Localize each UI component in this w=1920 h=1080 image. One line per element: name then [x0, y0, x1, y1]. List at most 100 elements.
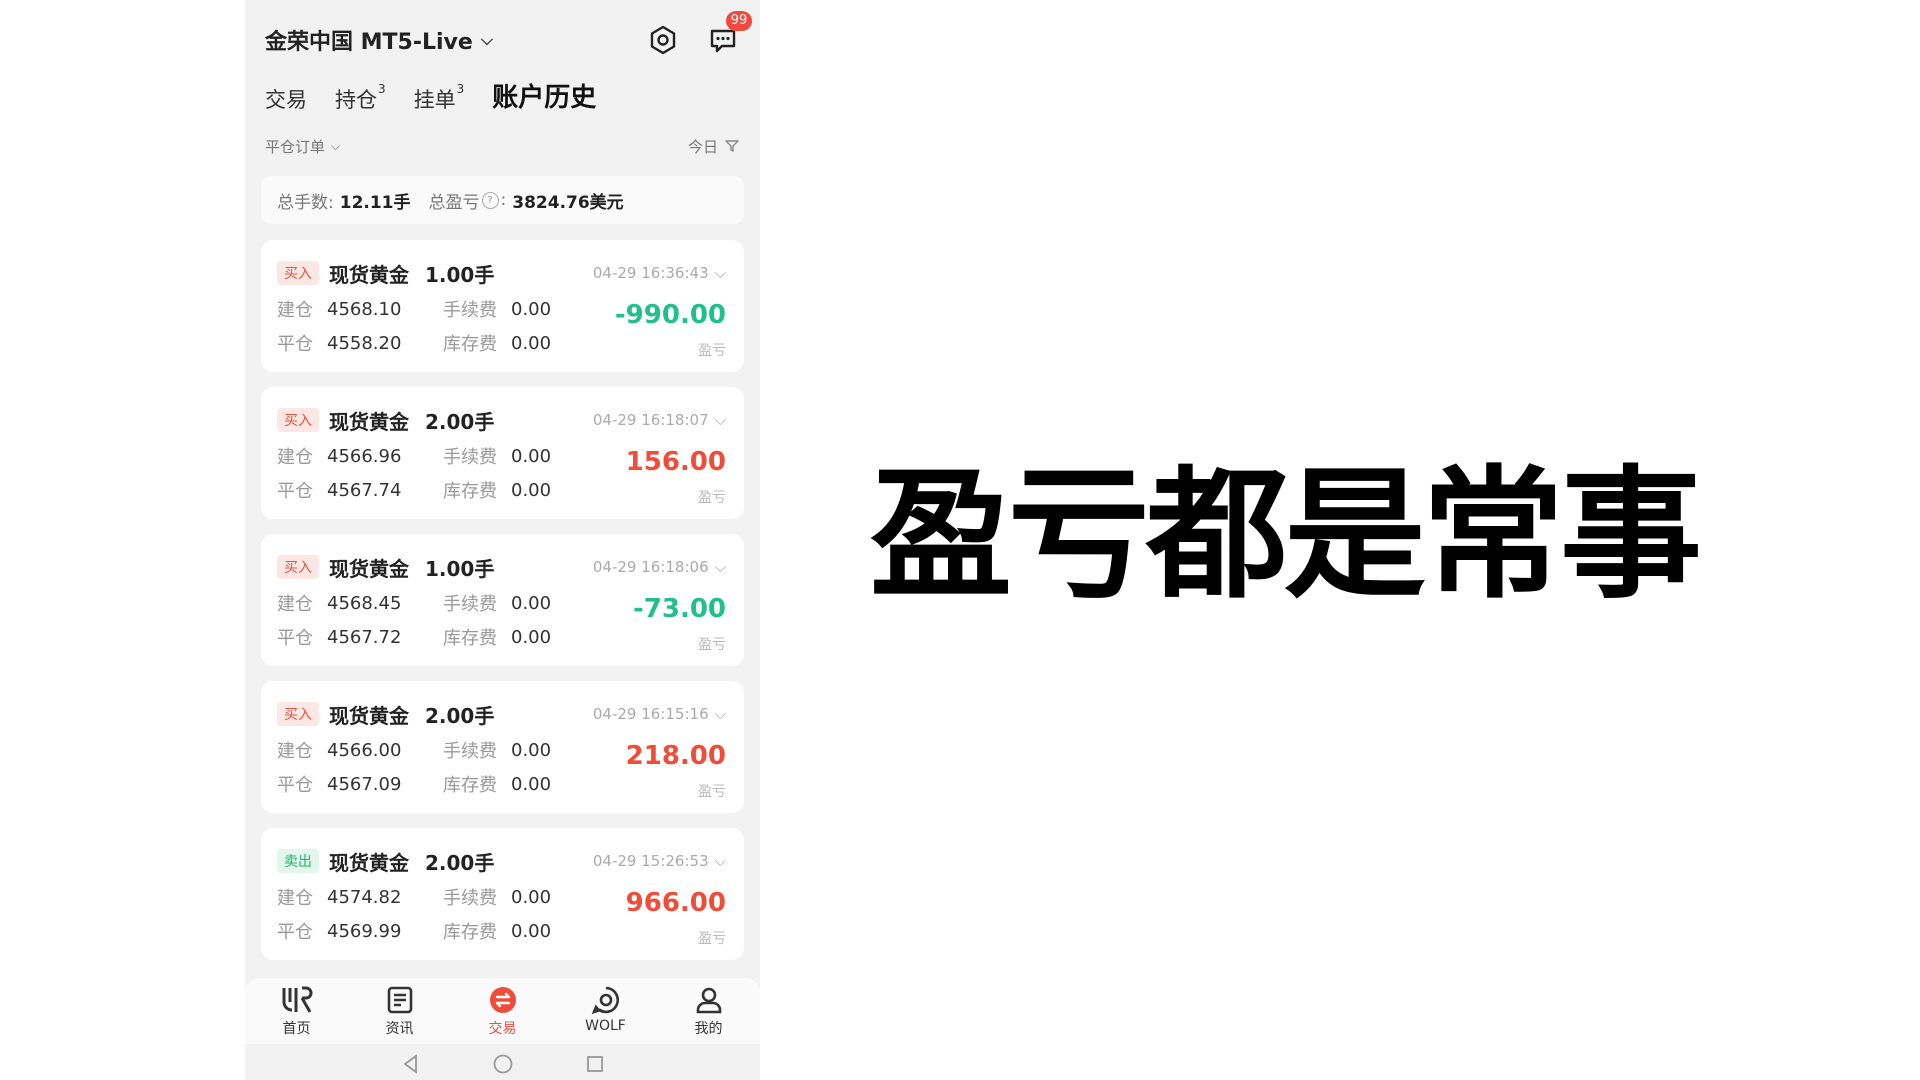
chevron-down-icon: ⌵	[480, 30, 493, 49]
swap-label: 库存费	[443, 628, 497, 649]
close-label: 平仓	[277, 628, 313, 649]
total-lots-label: 总手数:	[277, 192, 334, 213]
swap-value: 0.00	[511, 479, 552, 501]
swap-value: 0.00	[511, 626, 552, 648]
open-label: 建仓	[277, 741, 313, 762]
home-logo-icon	[282, 986, 312, 1013]
swap-value: 0.00	[511, 920, 552, 942]
close-price: 4567.74	[327, 479, 402, 501]
close-price: 4567.09	[327, 773, 402, 795]
tab-account-history[interactable]: 账户历史	[492, 77, 596, 114]
phone-screen: 金荣中国 MT5-Live ⌵ 99 交易 持仓3 挂单3 账户历史 平仓订单 …	[245, 0, 760, 1080]
tab-positions[interactable]: 持仓3	[335, 82, 386, 114]
side-tag: 买入	[277, 555, 319, 579]
profit-loss-label: 盈亏	[698, 343, 726, 359]
top-bar: 金荣中国 MT5-Live ⌵ 99	[265, 11, 752, 60]
order-time: 04-29 16:18:06	[592, 558, 709, 576]
order-card[interactable]: 买入 现货黄金 2.00手 04-29 16:18:07 ⌵ 建仓 4566.96 手…	[261, 387, 744, 519]
fee-label: 手续费	[443, 741, 497, 762]
fee-value: 0.00	[511, 298, 552, 320]
side-tag: 卖出	[277, 849, 319, 873]
chevron-down-icon[interactable]: ⌵	[715, 852, 726, 870]
open-label: 建仓	[277, 447, 313, 468]
symbol-name: 现货黄金	[329, 409, 409, 434]
home-icon[interactable]	[492, 1053, 514, 1075]
trade-icon	[489, 987, 516, 1013]
profit-loss-value: -990.00	[614, 300, 726, 330]
fee-label: 手续费	[443, 888, 497, 909]
message-count-badge: 99	[726, 11, 752, 31]
order-time: 04-29 16:18:07	[592, 411, 709, 429]
close-label: 平仓	[277, 922, 313, 943]
symbol-name: 现货黄金	[329, 262, 409, 287]
close-price: 4569.99	[327, 920, 402, 942]
close-label: 平仓	[277, 481, 313, 502]
chevron-down-icon[interactable]: ⌵	[715, 411, 726, 429]
nav-profile[interactable]: 我的	[669, 984, 749, 1038]
open-price: 4566.00	[327, 739, 402, 761]
tab-pending[interactable]: 挂单3	[414, 82, 465, 114]
swap-value: 0.00	[511, 332, 552, 354]
gear-icon	[650, 25, 676, 55]
order-card[interactable]: 卖出 现货黄金 2.00手 04-29 15:26:53 ⌵ 建仓 4574.82 手…	[261, 828, 744, 960]
chevron-down-icon[interactable]: ⌵	[715, 558, 726, 576]
order-card[interactable]: 买入 现货黄金 2.00手 04-29 16:15:16 ⌵ 建仓 4566.00 手…	[261, 681, 744, 813]
close-price: 4558.20	[327, 332, 402, 354]
close-label: 平仓	[277, 775, 313, 796]
profit-loss-value: 218.00	[625, 741, 726, 771]
nav-home[interactable]: 首页	[257, 984, 337, 1038]
date-filter[interactable]: 今日	[688, 136, 740, 157]
help-icon[interactable]: ?	[481, 191, 499, 209]
profit-loss-value: -73.00	[632, 594, 726, 624]
profile-icon	[696, 987, 721, 1014]
chevron-down-icon[interactable]: ⌵	[715, 705, 726, 723]
recents-icon[interactable]	[584, 1053, 606, 1075]
positions-count: 3	[378, 82, 386, 96]
bottom-nav: 首页 资讯 交易 WOLF 我的	[245, 978, 760, 1044]
swap-label: 库存费	[443, 481, 497, 502]
order-card[interactable]: 买入 现货黄金 1.00手 04-29 16:36:43 ⌵ 建仓 4568.10 手…	[261, 240, 744, 372]
nav-trade[interactable]: 交易	[463, 984, 543, 1038]
close-price: 4567.72	[327, 626, 402, 648]
headline-text: 盈亏都是常事	[870, 452, 1702, 618]
nav-wolf[interactable]: WOLF	[566, 984, 646, 1034]
open-label: 建仓	[277, 594, 313, 615]
nav-news[interactable]: 资讯	[360, 984, 440, 1038]
total-pl-label: 总盈亏	[428, 192, 480, 213]
tab-bar: 交易 持仓3 挂单3 账户历史	[265, 74, 596, 114]
tab-trade[interactable]: 交易	[265, 84, 307, 114]
total-lots-value: 12.11手	[339, 192, 411, 213]
profit-loss-value: 966.00	[625, 888, 726, 918]
lots: 1.00手	[425, 556, 495, 581]
order-time: 04-29 15:26:53	[592, 852, 709, 870]
open-price: 4574.82	[327, 886, 402, 908]
profit-loss-label: 盈亏	[698, 784, 726, 800]
messages-button[interactable]: 99	[706, 11, 752, 57]
fee-value: 0.00	[511, 592, 552, 614]
profit-loss-label: 盈亏	[698, 931, 726, 947]
fee-value: 0.00	[511, 445, 552, 467]
close-label: 平仓	[277, 334, 313, 355]
swap-label: 库存费	[443, 922, 497, 943]
side-tag: 买入	[277, 408, 319, 432]
settings-button[interactable]	[646, 23, 680, 57]
symbol-name: 现货黄金	[329, 703, 409, 728]
symbol-name: 现货黄金	[329, 556, 409, 581]
account-selector[interactable]: 金荣中国 MT5-Live ⌵	[265, 24, 493, 56]
chevron-down-icon: ⌵	[331, 138, 341, 153]
chevron-down-icon[interactable]: ⌵	[715, 264, 726, 282]
fee-label: 手续费	[443, 300, 497, 321]
lots: 2.00手	[425, 703, 495, 728]
open-label: 建仓	[277, 300, 313, 321]
side-tag: 买入	[277, 261, 319, 285]
profit-loss-value: 156.00	[625, 447, 726, 477]
pending-count: 3	[456, 82, 465, 96]
back-icon[interactable]	[400, 1053, 422, 1075]
swap-value: 0.00	[511, 773, 552, 795]
swap-label: 库存费	[443, 334, 497, 355]
order-time: 04-29 16:36:43	[592, 264, 709, 282]
fee-value: 0.00	[511, 886, 552, 908]
order-card[interactable]: 买入 现货黄金 1.00手 04-29 16:18:06 ⌵ 建仓 4568.45 手…	[261, 534, 744, 666]
profit-loss-label: 盈亏	[698, 490, 726, 506]
order-type-dropdown[interactable]: 平仓订单 ⌵	[265, 136, 340, 157]
